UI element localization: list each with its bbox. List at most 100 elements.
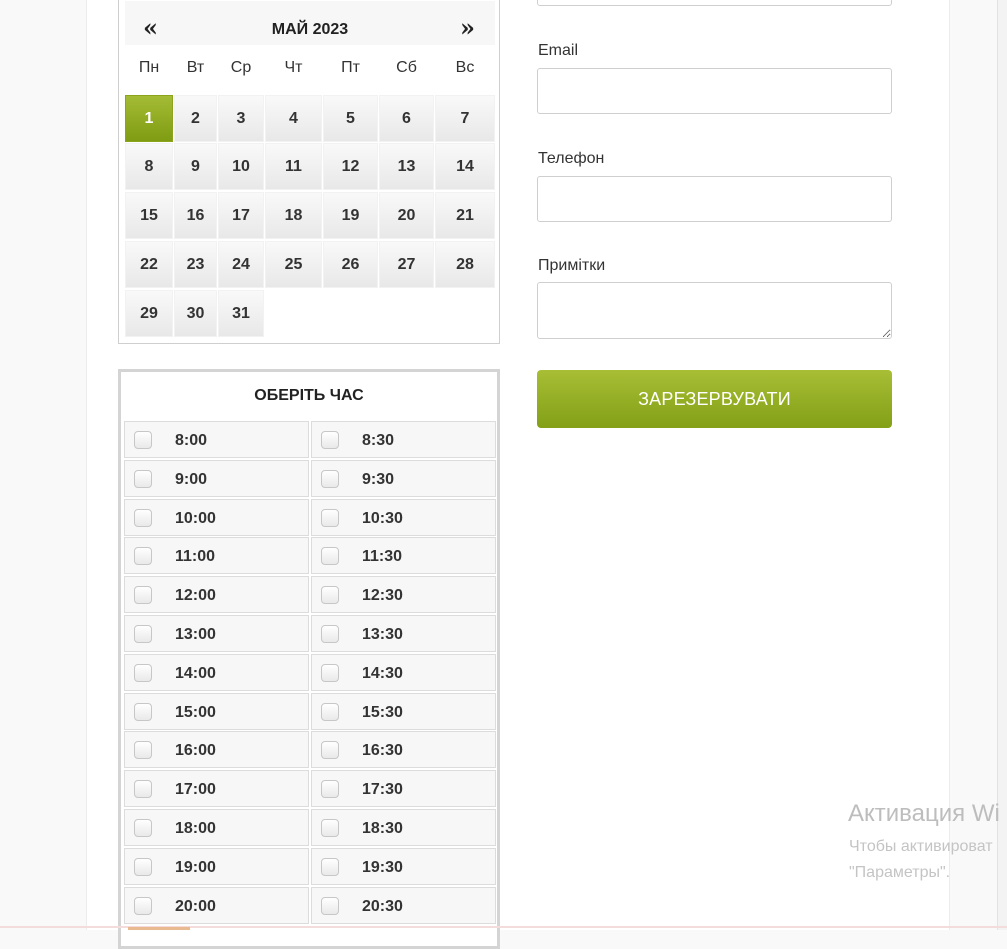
time-slot-checkbox[interactable] bbox=[321, 702, 339, 721]
time-slot[interactable]: 16:30 bbox=[311, 731, 496, 769]
time-slot-checkbox[interactable] bbox=[134, 663, 152, 682]
time-slot-checkbox[interactable] bbox=[321, 625, 339, 643]
calendar-day[interactable]: 8 bbox=[125, 143, 173, 190]
time-slot[interactable]: 8:00 bbox=[124, 421, 309, 458]
calendar-day[interactable]: 13 bbox=[379, 143, 434, 190]
calendar-day[interactable]: 17 bbox=[218, 192, 264, 239]
time-slot-checkbox[interactable] bbox=[321, 431, 339, 449]
next-month-button[interactable]: » bbox=[460, 13, 475, 43]
calendar-day[interactable]: 23 bbox=[174, 241, 217, 288]
calendar-day[interactable]: 16 bbox=[174, 192, 217, 239]
time-slot-checkbox[interactable] bbox=[134, 586, 152, 605]
phone-label: Телефон bbox=[538, 150, 605, 167]
time-slot-checkbox[interactable] bbox=[134, 508, 152, 527]
time-slot[interactable]: 20:00 bbox=[124, 886, 309, 924]
time-slot[interactable]: 15:30 bbox=[311, 692, 496, 730]
time-slot[interactable]: 8:30 bbox=[311, 421, 496, 458]
calendar-day[interactable]: 22 bbox=[125, 241, 173, 288]
time-slot-checkbox[interactable] bbox=[321, 780, 339, 799]
time-slot-checkbox[interactable] bbox=[134, 625, 152, 643]
time-slot-checkbox[interactable] bbox=[321, 857, 339, 876]
time-slot[interactable]: 15:00 bbox=[124, 692, 309, 730]
calendar-day[interactable]: 24 bbox=[218, 241, 264, 288]
time-slot[interactable]: 10:00 bbox=[124, 498, 309, 536]
calendar-day[interactable]: 21 bbox=[435, 192, 495, 239]
calendar-day[interactable]: 27 bbox=[379, 241, 434, 288]
calendar-day[interactable]: 20 bbox=[379, 192, 434, 239]
time-slot[interactable]: 12:30 bbox=[311, 576, 496, 614]
time-slot[interactable]: 11:30 bbox=[311, 537, 496, 575]
email-field[interactable] bbox=[537, 68, 892, 114]
time-slot-checkbox[interactable] bbox=[321, 586, 339, 605]
time-slot[interactable]: 9:00 bbox=[124, 459, 309, 497]
time-slot-checkbox[interactable] bbox=[321, 508, 339, 527]
time-slot[interactable]: 14:30 bbox=[311, 653, 496, 691]
time-slot-label: 12:00 bbox=[175, 587, 216, 605]
calendar-day[interactable]: 19 bbox=[323, 192, 378, 239]
time-slot-checkbox[interactable] bbox=[134, 857, 152, 876]
calendar-day[interactable]: 10 bbox=[218, 143, 264, 190]
time-slot-checkbox[interactable] bbox=[134, 896, 152, 915]
calendar-day[interactable]: 30 bbox=[174, 290, 217, 337]
time-slot-checkbox[interactable] bbox=[134, 780, 152, 799]
phone-field[interactable] bbox=[537, 176, 892, 222]
time-slot[interactable]: 14:00 bbox=[124, 653, 309, 691]
time-slot-label: 10:00 bbox=[175, 509, 216, 527]
time-slot-checkbox[interactable] bbox=[321, 547, 339, 566]
calendar-day[interactable]: 31 bbox=[218, 290, 264, 337]
time-slot-label: 13:00 bbox=[175, 626, 216, 643]
scrollbar-track[interactable] bbox=[997, 0, 1007, 930]
time-slot-label: 20:30 bbox=[362, 897, 403, 915]
time-slot-checkbox[interactable] bbox=[134, 469, 152, 488]
time-slot[interactable]: 19:00 bbox=[124, 847, 309, 885]
time-slot-checkbox[interactable] bbox=[321, 741, 339, 760]
time-slot[interactable]: 13:00 bbox=[124, 615, 309, 652]
time-slot-label: 18:00 bbox=[175, 820, 216, 837]
time-slot[interactable]: 10:30 bbox=[311, 498, 496, 536]
calendar-day[interactable]: 4 bbox=[265, 95, 322, 142]
calendar-day[interactable]: 1 bbox=[125, 95, 173, 142]
time-slot-checkbox[interactable] bbox=[321, 663, 339, 682]
time-slot-checkbox[interactable] bbox=[321, 819, 339, 837]
calendar-day[interactable]: 18 bbox=[265, 192, 322, 239]
time-slot-checkbox[interactable] bbox=[134, 702, 152, 721]
calendar-day[interactable]: 29 bbox=[125, 290, 173, 337]
time-slot[interactable]: 13:30 bbox=[311, 615, 496, 652]
calendar-day[interactable]: 12 bbox=[323, 143, 378, 190]
calendar-day[interactable]: 26 bbox=[323, 241, 378, 288]
time-slot-panel: ОБЕРІТЬ ЧАС 8:00 8:30 9:00 9:30 10:00 10:30 11… bbox=[118, 369, 500, 949]
time-slot[interactable]: 18:00 bbox=[124, 809, 309, 846]
reserve-button[interactable]: ЗАРЕЗЕРВУВАТИ bbox=[537, 370, 892, 428]
time-slot-checkbox[interactable] bbox=[321, 896, 339, 915]
time-slot[interactable]: 11:00 bbox=[124, 537, 309, 575]
name-field[interactable] bbox=[537, 0, 892, 6]
time-slot[interactable]: 20:30 bbox=[311, 886, 496, 924]
calendar-day[interactable]: 9 bbox=[174, 143, 217, 190]
time-slot-checkbox[interactable] bbox=[134, 741, 152, 760]
time-slot-checkbox[interactable] bbox=[134, 819, 152, 837]
time-slot[interactable]: 17:30 bbox=[311, 770, 496, 808]
time-slot-checkbox[interactable] bbox=[134, 431, 152, 449]
time-slot[interactable]: 9:30 bbox=[311, 459, 496, 497]
time-slot[interactable]: 12:00 bbox=[124, 576, 309, 614]
weekday-label: Сб bbox=[396, 59, 417, 76]
time-slot[interactable]: 16:00 bbox=[124, 731, 309, 769]
time-slot[interactable]: 19:30 bbox=[311, 847, 496, 885]
time-slot[interactable]: 18:30 bbox=[311, 809, 496, 846]
calendar-day[interactable]: 11 bbox=[265, 143, 322, 190]
calendar-day[interactable]: 3 bbox=[218, 95, 264, 142]
notes-textarea[interactable] bbox=[537, 282, 892, 339]
calendar-day[interactable]: 28 bbox=[435, 241, 495, 288]
time-slot-checkbox[interactable] bbox=[321, 469, 339, 488]
calendar-day[interactable]: 2 bbox=[174, 95, 217, 142]
calendar-day[interactable]: 5 bbox=[323, 95, 378, 142]
time-slot-checkbox[interactable] bbox=[134, 547, 152, 566]
calendar-day[interactable]: 6 bbox=[379, 95, 434, 142]
calendar-day[interactable]: 25 bbox=[265, 241, 322, 288]
time-slot-label: 17:30 bbox=[362, 781, 403, 799]
time-slot-label: 19:30 bbox=[362, 858, 403, 876]
calendar-day[interactable]: 15 bbox=[125, 192, 173, 239]
calendar-day[interactable]: 14 bbox=[435, 143, 495, 190]
time-slot[interactable]: 17:00 bbox=[124, 770, 309, 808]
calendar-day[interactable]: 7 bbox=[435, 95, 495, 142]
